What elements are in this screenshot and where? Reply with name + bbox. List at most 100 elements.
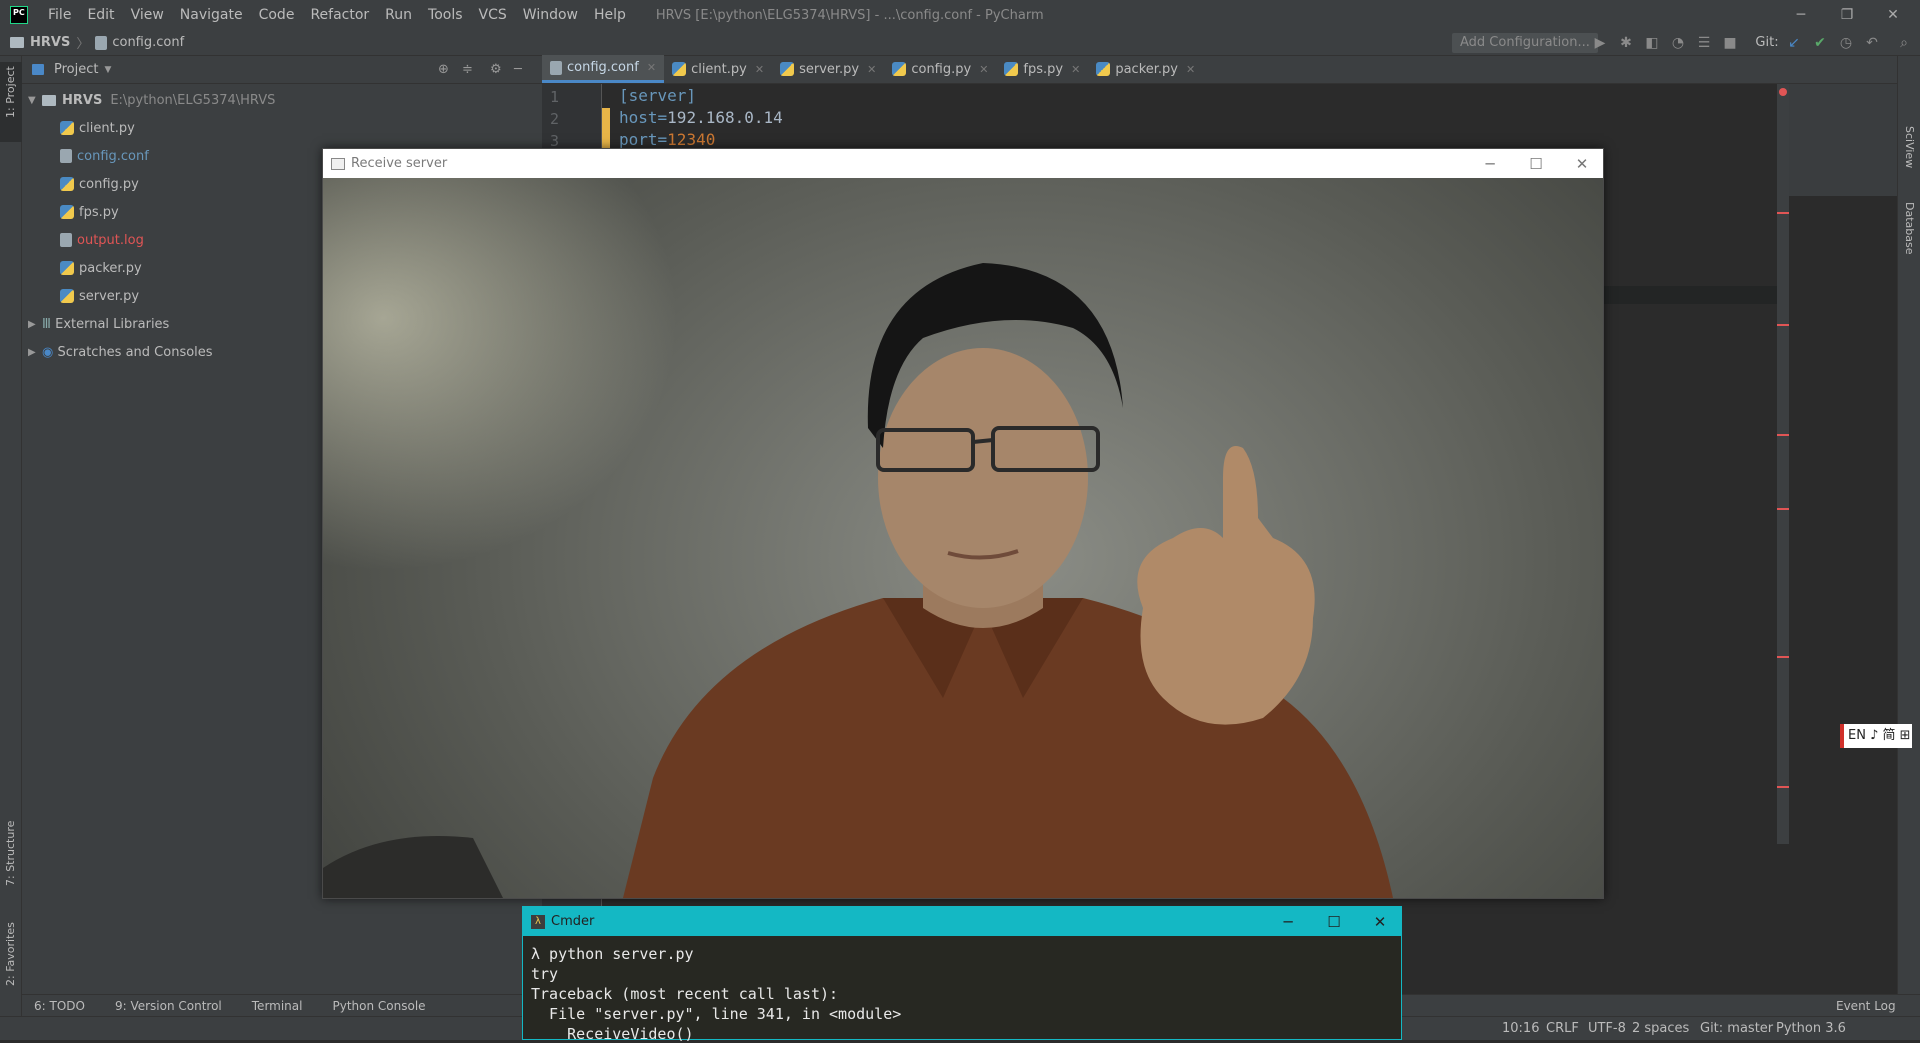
structure-tool-tab[interactable]: 7: Structure xyxy=(4,821,17,886)
minimize-icon[interactable]: ─ xyxy=(1265,907,1311,936)
code-key: port= xyxy=(619,130,668,149)
collapse-arrow-icon[interactable]: ▶ xyxy=(28,347,42,358)
project-tool-tab[interactable]: 1: Project xyxy=(4,66,17,118)
terminal-tool-tab[interactable]: Terminal xyxy=(252,999,303,1013)
menu-view[interactable]: View xyxy=(123,7,172,23)
minimize-icon[interactable]: ─ xyxy=(1467,149,1513,178)
profile-icon[interactable]: ◔ xyxy=(1668,33,1688,53)
coverage-icon[interactable]: ◧ xyxy=(1642,33,1662,53)
menu-edit[interactable]: Edit xyxy=(79,7,122,23)
menu-run[interactable]: Run xyxy=(377,7,420,23)
tab-config-py[interactable]: config.py ✕ xyxy=(884,55,996,83)
git-update-icon[interactable]: ↙ xyxy=(1784,33,1804,53)
python-file-icon xyxy=(60,205,74,219)
version-control-tool-tab[interactable]: 9: Version Control xyxy=(115,999,222,1013)
event-log-tool-tab[interactable]: Event Log xyxy=(1836,999,1896,1013)
tree-file-config-py[interactable]: config.py xyxy=(60,173,139,195)
file-encoding[interactable]: UTF-8 xyxy=(1588,1021,1626,1036)
tab-fps[interactable]: fps.py ✕ xyxy=(996,55,1088,83)
tree-file-output-log[interactable]: output.log xyxy=(60,229,144,251)
close-tab-icon[interactable]: ✕ xyxy=(867,63,876,76)
close-icon[interactable]: ✕ xyxy=(1357,907,1403,936)
tree-file-client[interactable]: client.py xyxy=(60,117,135,139)
favorites-tool-tab[interactable]: 2: Favorites xyxy=(4,922,17,986)
minimize-icon[interactable]: ─ xyxy=(1778,0,1824,30)
breadcrumb-project[interactable]: HRVS xyxy=(30,35,70,50)
menu-code[interactable]: Code xyxy=(251,7,303,23)
tree-file-server[interactable]: server.py xyxy=(60,285,139,307)
console-line: Traceback (most recent call last): xyxy=(531,985,839,1003)
tree-root[interactable]: ▼ HRVS E:\python\ELG5374\HRVS xyxy=(28,89,275,111)
concurrency-icon[interactable]: ☰ xyxy=(1694,33,1714,53)
close-icon[interactable]: ✕ xyxy=(1870,0,1916,30)
todo-tool-tab[interactable]: 6: TODO xyxy=(34,999,85,1013)
tab-config-conf[interactable]: config.conf ✕ xyxy=(542,55,665,83)
tree-external-libraries[interactable]: ▶ Ⅲ External Libraries xyxy=(28,313,169,335)
caret-position[interactable]: 10:16 xyxy=(1502,1021,1539,1036)
git-branch[interactable]: Git: master xyxy=(1700,1021,1773,1036)
line-separator[interactable]: CRLF xyxy=(1546,1021,1579,1036)
expand-arrow-icon[interactable]: ▼ xyxy=(28,95,42,106)
menu-refactor[interactable]: Refactor xyxy=(302,7,377,23)
receive-server-titlebar[interactable]: Receive server ─ ☐ ✕ xyxy=(323,149,1603,178)
python-file-icon xyxy=(780,62,795,76)
git-history-icon[interactable]: ◷ xyxy=(1836,33,1856,53)
menu-window[interactable]: Window xyxy=(515,7,586,23)
add-configuration-button[interactable]: Add Configuration... xyxy=(1452,33,1598,53)
run-icon[interactable]: ▶ xyxy=(1590,33,1610,53)
indent-setting[interactable]: 2 spaces xyxy=(1632,1021,1689,1036)
cmder-titlebar[interactable]: λ Cmder ─ ☐ ✕ xyxy=(523,907,1401,936)
debug-icon[interactable]: ✱ xyxy=(1616,33,1636,53)
git-commit-icon[interactable]: ✔ xyxy=(1810,33,1830,53)
menu-file[interactable]: File xyxy=(40,7,79,23)
tab-client[interactable]: client.py ✕ xyxy=(664,55,772,83)
close-tab-icon[interactable]: ✕ xyxy=(1186,63,1195,76)
search-icon[interactable]: ⌕ xyxy=(1894,33,1914,53)
close-tab-icon[interactable]: ✕ xyxy=(979,63,988,76)
project-panel-title[interactable]: Project xyxy=(54,62,98,77)
settings-gear-icon[interactable]: ⚙ xyxy=(490,62,502,77)
tab-packer[interactable]: packer.py ✕ xyxy=(1088,55,1203,83)
code-value: 192.168.0.14 xyxy=(667,108,783,127)
close-tab-icon[interactable]: ✕ xyxy=(755,63,764,76)
code-line-3: port=12340 xyxy=(619,130,715,149)
sciview-tool-tab[interactable]: SciView xyxy=(1903,126,1916,168)
error-stripe[interactable] xyxy=(1777,84,1789,844)
ime-language-indicator[interactable]: EN ♪ 简 ⊞ xyxy=(1840,724,1912,748)
tree-scratches[interactable]: ▶ ◉ Scratches and Consoles xyxy=(28,341,213,363)
git-rollback-icon[interactable]: ↶ xyxy=(1862,33,1882,53)
change-marker xyxy=(602,108,610,148)
close-icon[interactable]: ✕ xyxy=(1559,149,1605,178)
tab-server[interactable]: server.py ✕ xyxy=(772,55,884,83)
menu-help[interactable]: Help xyxy=(586,7,634,23)
tree-file-fps[interactable]: fps.py xyxy=(60,201,119,223)
code-value: 12340 xyxy=(667,130,716,149)
lambda-icon: λ xyxy=(531,914,545,929)
close-tab-icon[interactable]: ✕ xyxy=(647,61,656,74)
collapse-arrow-icon[interactable]: ▶ xyxy=(28,319,42,330)
close-tab-icon[interactable]: ✕ xyxy=(1071,63,1080,76)
collapse-all-icon[interactable]: ≑ xyxy=(462,62,473,77)
python-file-icon xyxy=(1004,62,1019,76)
maximize-icon[interactable]: ☐ xyxy=(1513,149,1559,178)
dropdown-arrow-icon[interactable]: ▼ xyxy=(104,65,111,75)
breadcrumb-file[interactable]: config.conf xyxy=(112,35,184,50)
code-minimap[interactable] xyxy=(1789,84,1897,196)
database-tool-tab[interactable]: Database xyxy=(1903,202,1916,255)
tree-file-packer[interactable]: packer.py xyxy=(60,257,142,279)
hide-panel-icon[interactable]: ─ xyxy=(514,62,522,77)
python-interpreter[interactable]: Python 3.6 xyxy=(1776,1021,1846,1036)
locate-icon[interactable]: ⊕ xyxy=(438,62,449,77)
tree-file-config-conf[interactable]: config.conf xyxy=(60,145,149,167)
stop-icon[interactable]: ■ xyxy=(1720,33,1740,53)
code-key: host= xyxy=(619,108,668,127)
python-console-tool-tab[interactable]: Python Console xyxy=(332,999,425,1013)
python-file-icon xyxy=(60,289,74,303)
menu-vcs[interactable]: VCS xyxy=(471,7,515,23)
menu-navigate[interactable]: Navigate xyxy=(172,7,251,23)
scratches-icon: ◉ xyxy=(42,344,58,360)
menu-tools[interactable]: Tools xyxy=(420,7,471,23)
restore-icon[interactable]: ❐ xyxy=(1824,0,1870,30)
maximize-icon[interactable]: ☐ xyxy=(1311,907,1357,936)
window-app-icon xyxy=(331,157,345,170)
